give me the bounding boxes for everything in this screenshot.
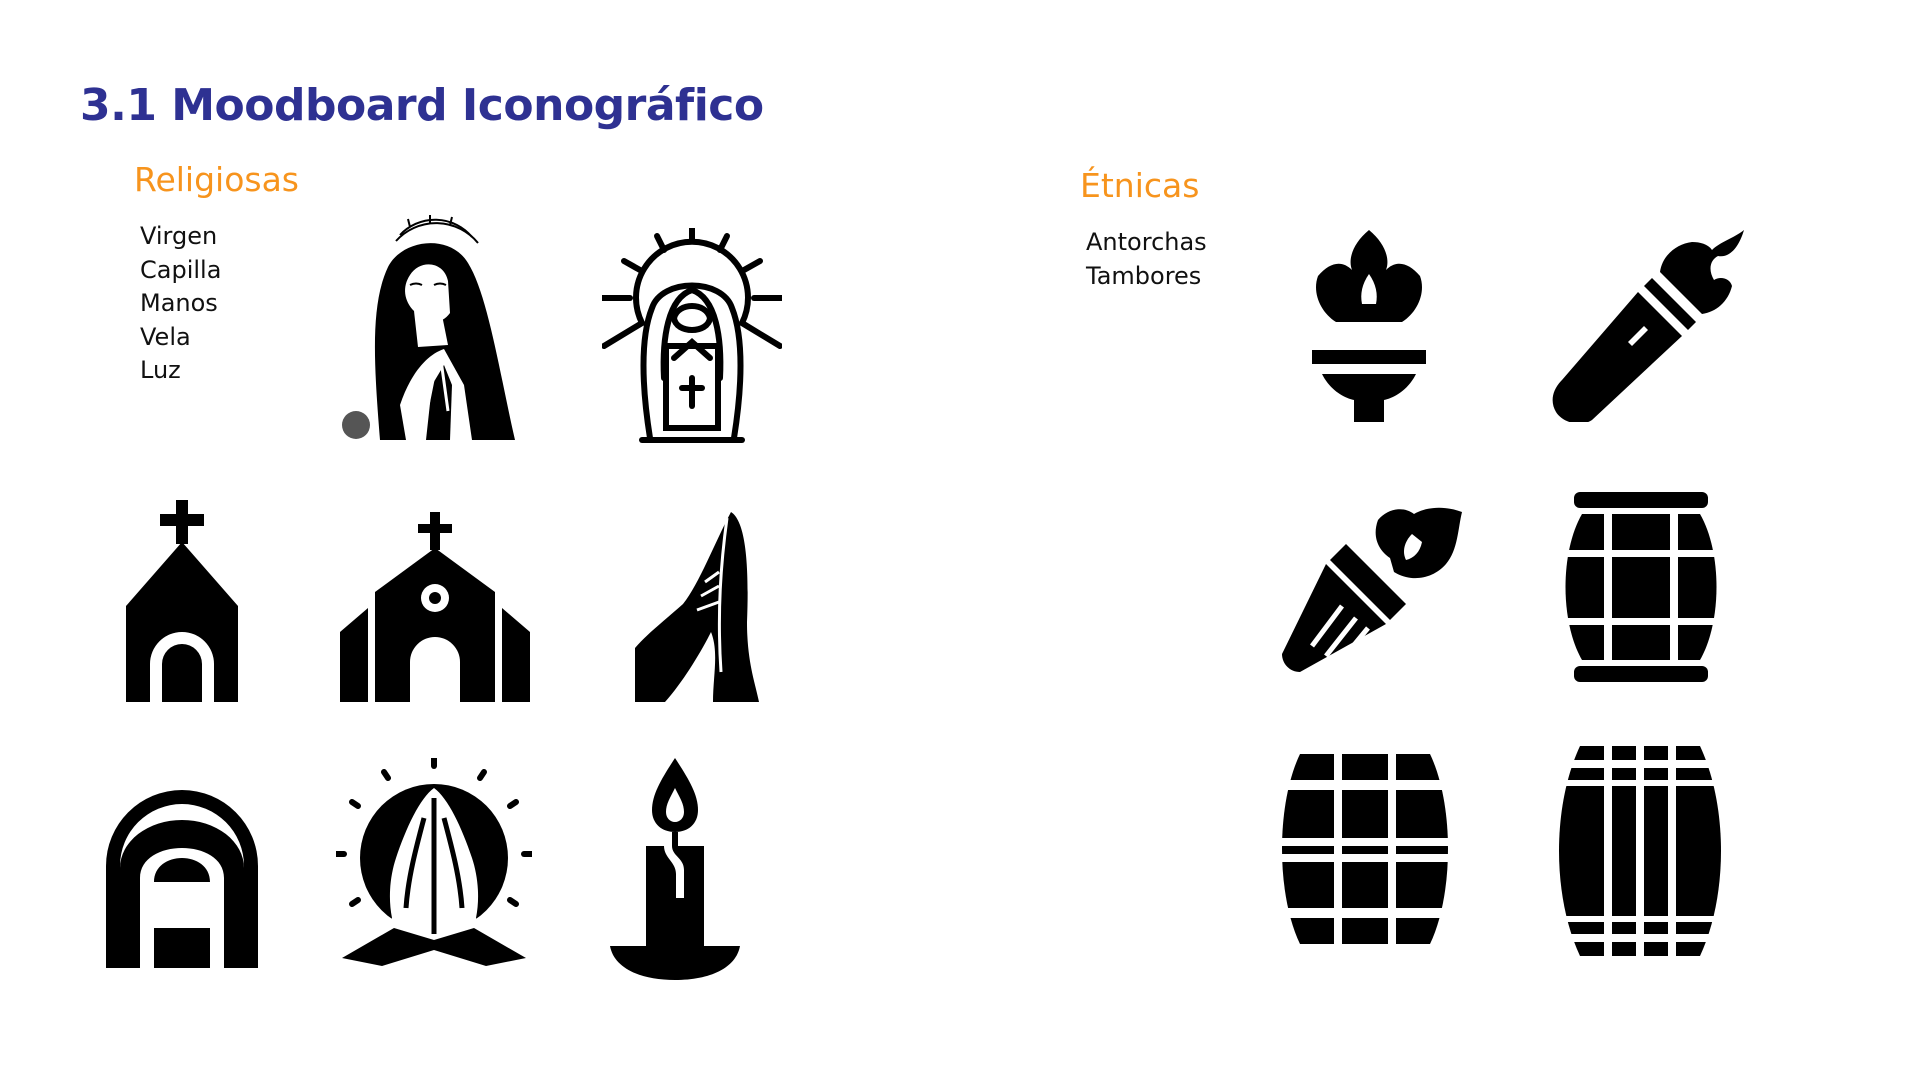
virgin-veil-icon: [106, 778, 258, 968]
church-icon: [340, 512, 530, 702]
virgin-halo-icon: [602, 228, 782, 448]
torch-upright-icon: [1312, 230, 1426, 422]
candle-icon: [610, 758, 740, 980]
drum-barrel-icon: [1282, 754, 1448, 944]
section-heading-religiosas: Religiosas: [134, 160, 299, 199]
list-item: Tambores: [1086, 261, 1202, 290]
praying-hands-halo-icon: [336, 758, 532, 968]
list-item: Vela: [140, 322, 191, 351]
list-item: Luz: [140, 356, 181, 384]
page-title: 3.1 Moodboard Iconográfico: [80, 80, 764, 131]
drum-barrel-ribbed-icon: [1558, 746, 1722, 956]
etnicas-list: Antorchas Tambores: [1086, 226, 1207, 293]
torch-tilted-icon: [1282, 506, 1462, 672]
chapel-icon: [126, 500, 238, 702]
virgin-praying-illustration: [340, 215, 520, 445]
torch-diagonal-icon: [1552, 230, 1744, 422]
list-item: Virgen: [140, 222, 218, 250]
section-heading-etnicas: Étnicas: [1080, 166, 1200, 205]
praying-hand-icon: [635, 512, 759, 702]
religiosas-list: Virgen Capilla Manos Vela Luz: [140, 220, 221, 388]
list-item: Antorchas: [1086, 228, 1207, 256]
list-item: Capilla: [140, 255, 222, 284]
list-item: Manos: [140, 289, 218, 317]
drum-tall-icon: [1562, 492, 1720, 682]
